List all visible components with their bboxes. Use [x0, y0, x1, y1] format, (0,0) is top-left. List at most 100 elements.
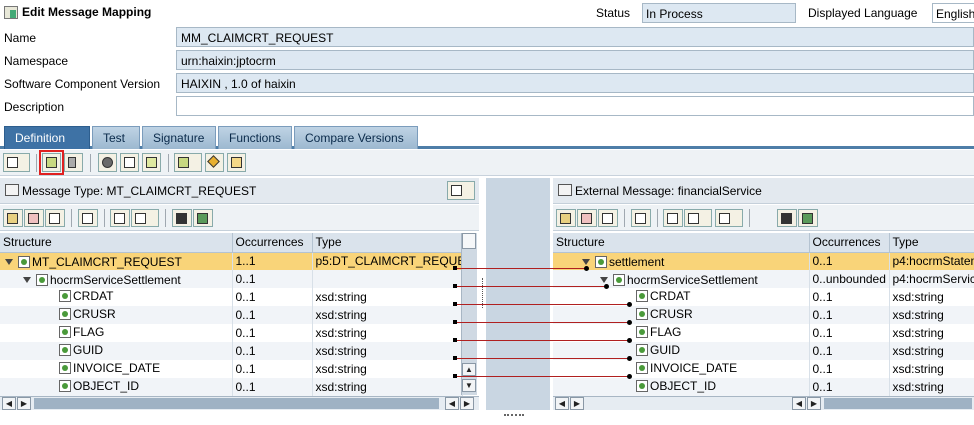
table-row[interactable]: INVOICE_DATE 0..1 xsd:string [0, 360, 463, 378]
scroll-right-icon[interactable]: ▶ [570, 397, 584, 410]
go-to-icon[interactable] [205, 153, 224, 172]
table-view-icon[interactable] [577, 209, 597, 227]
scroll-left-icon[interactable]: ◀ [792, 397, 806, 410]
column-type[interactable]: Type [889, 233, 974, 253]
type-cell: xsd:string [312, 342, 463, 360]
source-vertical-scrollbar[interactable]: ▲ ▼ [461, 233, 477, 395]
scroll-left-icon[interactable]: ◀ [2, 397, 16, 410]
show-all-mappings-icon[interactable] [174, 153, 202, 172]
scroll-left-icon[interactable]: ◀ [555, 397, 569, 410]
table-row[interactable]: hocrmServiceSettlement 0..1 [0, 270, 463, 288]
structure-dropdown-icon[interactable] [715, 209, 743, 227]
tab-compare-versions[interactable]: Compare Versions [294, 126, 418, 149]
scroll-left-icon[interactable]: ◀ [445, 397, 459, 410]
source-code-icon[interactable] [45, 209, 65, 227]
find-icon[interactable] [777, 209, 797, 227]
target-connector-icon [584, 266, 589, 271]
target-panel-header: External Message: financialService [553, 178, 974, 204]
description-field[interactable] [176, 96, 974, 116]
filter-dropdown-icon[interactable] [684, 209, 712, 227]
table-row[interactable]: MT_CLAIMCRT_REQUEST 1..1 p5:DT_CLAIMCRT_… [0, 252, 463, 270]
tab-signature[interactable]: Signature [142, 126, 216, 149]
filter-dropdown-icon[interactable] [131, 209, 159, 227]
node-name: CRUSR [650, 307, 693, 321]
attribute-icon[interactable] [110, 209, 130, 227]
filter-icon[interactable] [78, 209, 98, 227]
tab-functions[interactable]: Functions [218, 126, 292, 149]
table-row[interactable]: FLAG 0..1 xsd:string [0, 324, 463, 342]
hierarchy-icon[interactable] [556, 209, 576, 227]
mapping-line[interactable] [456, 322, 630, 323]
scroll-right-icon[interactable]: ▶ [17, 397, 31, 410]
node-name: settlement [609, 254, 665, 269]
scroll-thumb[interactable] [824, 398, 972, 409]
scroll-thumb[interactable] [462, 233, 476, 249]
mapping-line[interactable] [456, 286, 606, 287]
resize-grip-icon[interactable] [504, 414, 524, 418]
column-structure[interactable]: Structure [553, 233, 810, 253]
table-row[interactable]: CRUSR 0..1 xsd:string [0, 306, 463, 324]
language-field[interactable]: English [932, 3, 974, 23]
type-cell: xsd:string [312, 360, 463, 378]
software-component-label: Software Component Version [4, 77, 161, 91]
table-row[interactable]: OBJECT_ID 0..1 xsd:string [0, 378, 463, 396]
namespace-label: Namespace [4, 54, 69, 68]
new-object-icon[interactable] [3, 153, 30, 172]
display-queue-icon[interactable] [142, 153, 161, 172]
find-icon[interactable] [172, 209, 192, 227]
copy-icon[interactable] [227, 153, 246, 172]
scroll-right-icon[interactable]: ▶ [807, 397, 821, 410]
mapping-editor-icon [4, 5, 18, 19]
tab-definition[interactable]: Definition [4, 126, 90, 149]
text-preview-icon[interactable] [120, 153, 139, 172]
settings-icon[interactable] [98, 153, 117, 172]
type-cell: xsd:string [889, 378, 974, 396]
tab-test[interactable]: Test [92, 126, 140, 149]
source-code-icon[interactable] [598, 209, 618, 227]
filter-icon[interactable] [631, 209, 651, 227]
target-horizontal-scrollbar[interactable]: ◀ ▶ ◀ ▶ [553, 396, 974, 410]
type-cell: xsd:string [889, 288, 974, 306]
scroll-down-icon[interactable]: ▼ [462, 379, 476, 392]
navigate-icon[interactable] [798, 209, 818, 227]
mapping-line[interactable] [456, 340, 630, 341]
table-row[interactable]: settlement 0..1 p4:hocrmStatement [553, 252, 974, 270]
mapping-line[interactable] [456, 304, 630, 305]
source-horizontal-scrollbar[interactable]: ◀ ▶ ◀ ▶ [0, 396, 479, 410]
column-type[interactable]: Type [312, 233, 463, 253]
attribute-icon[interactable] [663, 209, 683, 227]
mapping-line[interactable] [456, 376, 630, 377]
mapping-line[interactable] [456, 358, 630, 359]
target-connector-icon [627, 320, 632, 325]
source-view-toggle-icon[interactable] [447, 181, 475, 200]
node-name: INVOICE_DATE [73, 361, 161, 375]
collapse-icon[interactable] [582, 258, 590, 265]
target-connector-icon [627, 302, 632, 307]
column-structure[interactable]: Structure [0, 233, 233, 253]
hierarchy-icon[interactable] [3, 209, 23, 227]
scroll-right-icon[interactable]: ▶ [460, 397, 474, 410]
dependencies-icon[interactable] [39, 150, 64, 175]
table-row[interactable]: GUID 0..1 xsd:string [0, 342, 463, 360]
scroll-thumb[interactable] [34, 398, 439, 409]
node-name: CRDAT [650, 289, 691, 303]
node-name: FLAG [650, 325, 682, 339]
table-row[interactable]: CRDAT 0..1 xsd:string [0, 288, 463, 306]
table-view-icon[interactable] [24, 209, 44, 227]
table-row[interactable]: OBJECT_ID 0..1 xsd:string [553, 378, 974, 396]
column-occurrences[interactable]: Occurrences [232, 233, 313, 253]
type-cell: xsd:string [889, 324, 974, 342]
collapse-icon[interactable] [5, 258, 13, 265]
node-icon [613, 273, 625, 286]
navigate-icon[interactable] [193, 209, 213, 227]
type-cell: xsd:string [312, 306, 463, 324]
source-connector-icon [453, 284, 457, 288]
table-row[interactable]: hocrmServiceSettlement 0..unbounded p4:h… [553, 270, 974, 288]
occurrences-cell: 0..1 [809, 324, 890, 342]
column-occurrences[interactable]: Occurrences [809, 233, 890, 253]
delete-icon[interactable] [64, 153, 83, 172]
scroll-up-icon[interactable]: ▲ [462, 363, 476, 376]
mapping-line[interactable] [456, 268, 586, 269]
collapse-icon[interactable] [600, 276, 608, 283]
collapse-icon[interactable] [23, 276, 31, 283]
